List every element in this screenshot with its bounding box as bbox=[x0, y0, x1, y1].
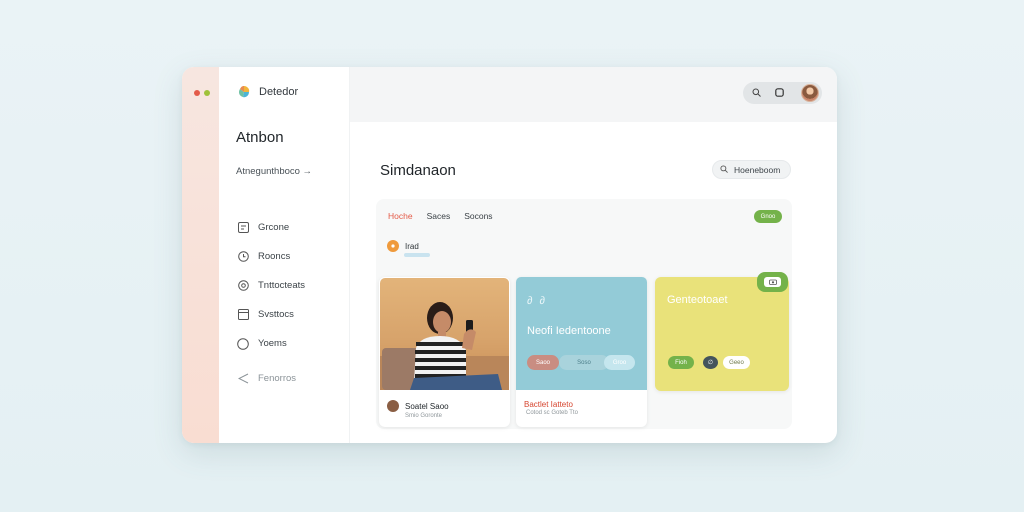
card-footer: Soatel Saoo Smio Goronte bbox=[387, 400, 449, 419]
top-actions-pill bbox=[743, 82, 822, 104]
sidebar-title: Atnbon bbox=[236, 129, 284, 146]
blue-tile: ∂ ∂ Neofi Iedentoone Soso Saoo Groo bbox=[516, 277, 647, 390]
calendar-icon bbox=[237, 222, 249, 234]
user-avatar[interactable] bbox=[801, 84, 819, 102]
yellow-card[interactable]: Genteotoaet Fioh ∅ Geeo bbox=[655, 272, 789, 391]
panel-row-label: Irad bbox=[405, 241, 419, 251]
tile-title: Genteotoaet bbox=[667, 294, 728, 306]
tab-hoche[interactable]: Hoche bbox=[388, 211, 413, 221]
target-icon bbox=[237, 280, 249, 292]
chip-saoo[interactable]: Saoo bbox=[527, 355, 559, 370]
orange-status-icon bbox=[387, 240, 399, 252]
panel-row-subline bbox=[404, 253, 430, 257]
quote-icon: ∂ ∂ bbox=[527, 295, 547, 307]
sidebar-item-label: Fenorros bbox=[258, 373, 297, 384]
chip-groo[interactable]: Groo bbox=[604, 355, 635, 370]
page-title: Simdanaon bbox=[380, 162, 456, 179]
top-bar bbox=[350, 67, 837, 122]
sidebar: Detedor Atnbon Atnegunthboco → Grcone Ro… bbox=[219, 67, 350, 443]
sidebar-item-grcone[interactable]: Grcone bbox=[237, 213, 305, 242]
tab-bar: Hoche Saces Socons bbox=[388, 211, 493, 221]
card-author-name: Bactlet Iatteto bbox=[524, 400, 573, 409]
window-edge-strip bbox=[182, 67, 219, 443]
chip-fioh[interactable]: Fioh bbox=[668, 356, 694, 369]
square-icon[interactable] bbox=[775, 84, 784, 102]
tab-saces[interactable]: Saces bbox=[427, 211, 451, 221]
person-photo bbox=[380, 278, 509, 390]
circle-icon bbox=[237, 337, 249, 350]
header-action-label: Hoeneboom bbox=[734, 164, 781, 175]
card-author-sub: Smio Goronte bbox=[405, 413, 443, 419]
status-badge[interactable]: Gnoo bbox=[754, 210, 782, 223]
sidebar-item-tnttocteats[interactable]: Tnttocteats bbox=[237, 271, 305, 300]
app-window: Detedor Atnbon Atnegunthboco → Grcone Ro… bbox=[182, 67, 837, 443]
minimize-window-dot[interactable] bbox=[204, 90, 210, 96]
photo-card[interactable]: Soatel Saoo Smio Goronte bbox=[379, 277, 510, 427]
chip-geeo[interactable]: Geeo bbox=[723, 356, 750, 369]
sidebar-item-label: Svsttocs bbox=[258, 309, 294, 320]
chip-soso[interactable]: Soso bbox=[559, 355, 609, 370]
sidebar-item-label: Grcone bbox=[258, 222, 290, 233]
tile-title: Neofi Iedentoone bbox=[527, 325, 611, 337]
sidebar-item-svsttocs[interactable]: Svsttocs bbox=[237, 300, 305, 329]
chip-dark[interactable]: ∅ bbox=[703, 356, 718, 369]
camera-icon bbox=[764, 277, 781, 287]
sidebar-item-label: Yoems bbox=[258, 338, 287, 349]
blue-card[interactable]: ∂ ∂ Neofi Iedentoone Soso Saoo Groo Bact… bbox=[516, 277, 647, 427]
search-icon bbox=[720, 164, 728, 175]
send-icon bbox=[237, 373, 249, 385]
sidebar-nav: Grcone Rooncs Tnttocteats Svsttocs Yoems… bbox=[237, 213, 305, 393]
camera-badge-button[interactable] bbox=[757, 272, 788, 292]
brand-name: Detedor bbox=[259, 86, 299, 98]
clock-icon bbox=[237, 251, 249, 263]
card-author-sub: Cotod sc Goteb Tto bbox=[526, 410, 578, 416]
close-window-dot[interactable] bbox=[194, 90, 200, 96]
author-avatar bbox=[387, 400, 399, 412]
brand[interactable]: Detedor bbox=[237, 85, 298, 99]
search-icon[interactable] bbox=[752, 84, 761, 102]
sidebar-item-fenorros[interactable]: Fenorros bbox=[237, 364, 305, 393]
sidebar-item-yoems[interactable]: Yoems bbox=[237, 329, 305, 358]
card-footer: Bactlet Iatteto Cotod sc Goteb Tto bbox=[524, 400, 578, 416]
header-action-button[interactable]: Hoeneboom bbox=[712, 160, 791, 179]
sidebar-item-label: Tnttocteats bbox=[258, 280, 305, 291]
sidebar-item-label: Rooncs bbox=[258, 251, 291, 262]
panel-row[interactable]: Irad bbox=[387, 240, 419, 252]
sidebar-item-rooncs[interactable]: Rooncs bbox=[237, 242, 305, 271]
brand-logo-icon bbox=[237, 85, 251, 99]
tab-socons[interactable]: Socons bbox=[464, 211, 492, 221]
window-icon bbox=[237, 309, 249, 321]
sidebar-subtitle-link[interactable]: Atnegunthboco → bbox=[236, 166, 312, 177]
card-author-name: Soatel Saoo bbox=[405, 401, 449, 411]
